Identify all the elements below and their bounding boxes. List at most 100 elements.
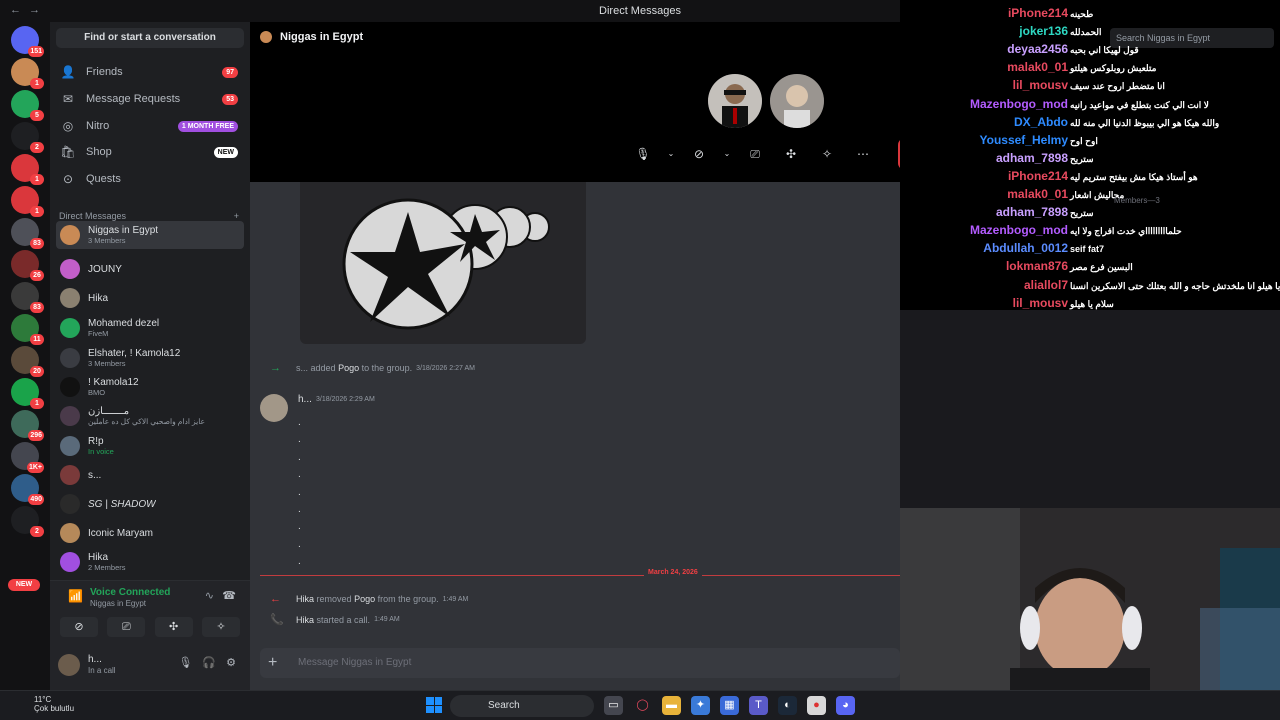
server-icon[interactable]: 83 (11, 282, 44, 313)
dm-item[interactable]: s... (56, 461, 244, 489)
server-icon[interactable]: 1K+ (11, 442, 44, 473)
chat-line: Mazenbogo_mod حلماااااااااي خدت افراج ولا… (900, 223, 1280, 241)
mic-icon[interactable]: 🎙 (178, 656, 192, 669)
camera-button[interactable]: ⊘ (60, 617, 98, 637)
arrow-right-icon: → (270, 362, 281, 374)
chat-line: Youssef_Helmy اوح اوح (900, 133, 1280, 151)
weather-widget[interactable]: 11°C Çok bulutlu (14, 695, 74, 713)
plus-icon[interactable]: + (268, 654, 277, 672)
server-icon[interactable]: 5 (11, 90, 44, 121)
chat-username: deyaa2456 (1007, 42, 1068, 57)
dm-item[interactable]: Mohamed dezel FiveM (56, 314, 244, 342)
server-icon[interactable]: 2 (11, 506, 44, 537)
dm-item[interactable]: SG | SHADOW (56, 490, 244, 518)
message-composer[interactable]: + Message Niggas in Egypt (260, 648, 900, 678)
home-button[interactable]: 151 (11, 26, 44, 57)
nav-message-requests[interactable]: ✉ Message Requests 53 (56, 86, 244, 112)
voice-channel[interactable]: Niggas in Egypt (90, 599, 146, 608)
server-icon[interactable]: 26 (11, 250, 44, 281)
chat-text: سلام يا هيلو (1070, 298, 1114, 309)
store-icon[interactable]: ▦ (720, 696, 739, 715)
server-icon[interactable]: 1 (11, 378, 44, 409)
channel-header: Niggas in Egypt (260, 31, 363, 43)
new-unreads-pill[interactable]: NEW (8, 579, 40, 591)
chrome-icon[interactable]: ● (807, 696, 826, 715)
dm-item[interactable]: Elshater, ! Kamola12 3 Members (56, 344, 244, 372)
chat-username: lil_mousv (1012, 295, 1068, 310)
nav-arrows[interactable]: ← → (10, 4, 48, 16)
copilot-icon[interactable]: ✦ (691, 696, 710, 715)
server-icon[interactable]: 1 (11, 58, 44, 89)
avatar[interactable] (58, 654, 80, 676)
call-participant-avatar[interactable] (770, 74, 824, 128)
chat-username: DX_Abdo (1014, 114, 1068, 129)
dm-item[interactable]: R!p In voice (56, 432, 244, 460)
chat-username: Mazenbogo_mod (970, 96, 1068, 111)
arrow-left-icon: ← (270, 593, 281, 605)
chevron-down-icon[interactable]: ⌄ (722, 143, 732, 165)
voice-status: Voice Connected (90, 587, 171, 598)
server-icon[interactable]: 2 (11, 122, 44, 153)
image-attachment[interactable] (300, 182, 586, 344)
windows-start-icon[interactable] (426, 697, 442, 713)
nav-shop[interactable]: 🛍 Shop NEW (56, 139, 244, 165)
find-conversation-button[interactable]: Find or start a conversation (56, 28, 244, 48)
message-author[interactable]: h... (298, 394, 312, 405)
taskbar-search[interactable]: Search (450, 695, 594, 717)
avatar (60, 465, 80, 485)
server-icon[interactable]: 1 (11, 154, 44, 185)
chat-username: lil_mousv (1012, 78, 1068, 93)
avatar[interactable] (260, 394, 288, 422)
back-icon[interactable]: ← (10, 4, 21, 16)
noise-suppression-icon[interactable]: ∿ (205, 589, 214, 602)
username: h... (88, 654, 102, 665)
more-icon[interactable]: ⋯ (850, 143, 876, 165)
dm-item[interactable]: Niggas in Egypt 3 Members (56, 221, 244, 249)
dm-item[interactable]: Hika 2 Members (56, 548, 244, 576)
dm-item[interactable]: ! Kamola12 BMO (56, 373, 244, 401)
discord-icon[interactable]: ◕ (836, 696, 855, 715)
chat-text: ستريح (1070, 153, 1094, 164)
chat-text: طحينه (1070, 9, 1094, 19)
chevron-down-icon[interactable]: ⌄ (666, 143, 676, 165)
task-view-icon[interactable]: ▭ (604, 696, 623, 715)
steam-icon[interactable]: ◐ (778, 696, 797, 715)
server-icon[interactable]: 296 (11, 410, 44, 441)
activity-icon[interactable]: ✣ (778, 143, 804, 165)
forward-icon[interactable]: → (29, 4, 40, 16)
chat-username: lokman876 (1005, 259, 1068, 274)
dm-item[interactable]: مـــــــازن عايز ادام واصحبي الاكي كل ده … (56, 402, 244, 430)
dm-item[interactable]: Iconic Maryam (56, 519, 244, 547)
call-participant-avatar[interactable] (708, 74, 762, 128)
screenshare-icon[interactable]: ⎚ (742, 143, 768, 165)
composer-placeholder[interactable]: Message Niggas in Egypt (298, 657, 411, 668)
soundboard-icon[interactable]: ✧ (814, 143, 840, 165)
activity-button[interactable]: ✣ (154, 617, 193, 637)
dm-item[interactable]: Hika (56, 284, 244, 312)
nav-nitro[interactable]: ◎ Nitro 1 MONTH FREE (56, 113, 244, 139)
chat-text: متلعبش روبلوكس هيلتو (1070, 63, 1157, 74)
gear-icon[interactable]: ⚙ (226, 656, 236, 669)
server-icon[interactable]: 1 (11, 186, 44, 217)
soundboard-button[interactable]: ✧ (201, 617, 240, 637)
chat-text: حلماااااااااي خدت افراج ولا ايه (1070, 226, 1182, 237)
server-icon[interactable]: 490 (11, 474, 44, 505)
screenshare-button[interactable]: ⎚ (107, 617, 146, 637)
chat-text: هو أستاذ هيكا مش بيفتح ستريم ليه (1070, 171, 1198, 182)
opera-icon[interactable]: ◯ (633, 696, 652, 715)
nav-friends[interactable]: 👤 Friends 97 (56, 59, 244, 85)
server-icon[interactable]: 83 (11, 218, 44, 249)
server-icon[interactable]: 20 (11, 346, 44, 377)
nav-quests[interactable]: ⊙ Quests (56, 166, 244, 192)
mic-icon[interactable]: 🎙 (630, 143, 656, 165)
server-icon[interactable]: 11 (11, 314, 44, 345)
headset-icon[interactable]: 🎧 (202, 656, 216, 669)
chat-line: iPhone214 هو أستاذ هيكا مش بيفتح ستريم لي… (900, 169, 1280, 187)
teams-icon[interactable]: T (749, 696, 768, 715)
dm-item[interactable]: JOUNY (56, 255, 244, 283)
create-dm-icon[interactable]: + (234, 211, 239, 221)
chat-line: DX_Abdo والله هيكا هو الي بيبوظ الدنيا ال… (900, 115, 1280, 133)
disconnect-icon[interactable]: ☎ (222, 589, 236, 602)
file-explorer-icon[interactable]: ▬ (662, 696, 681, 715)
camera-off-icon[interactable]: ⊘ (686, 143, 712, 165)
